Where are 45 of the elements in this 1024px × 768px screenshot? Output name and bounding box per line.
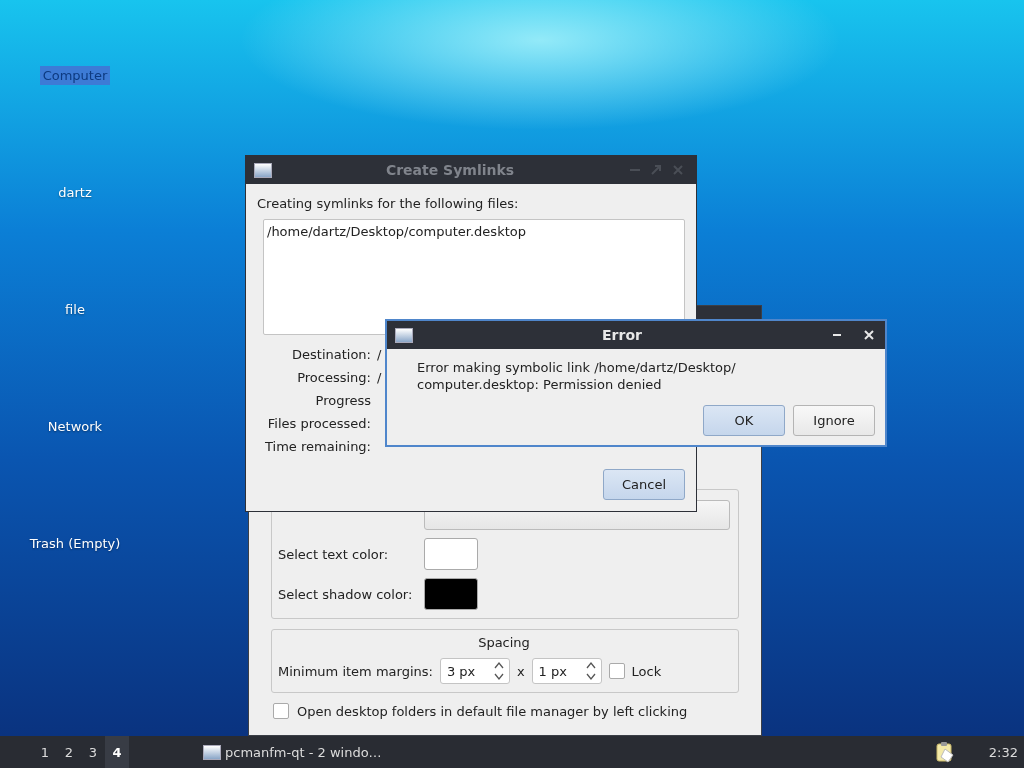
margins-label: Minimum item margins: — [278, 663, 433, 679]
color-label: Select text color: — [278, 546, 390, 562]
taskbar-window-button[interactable]: pcmanfm-qt - 2 windo… — [199, 736, 386, 768]
dialog-button[interactable]: Ignore — [793, 405, 875, 436]
cancel-button[interactable]: Cancel — [603, 469, 685, 500]
lock-checkbox[interactable] — [608, 663, 625, 679]
desktop-icon-label[interactable]: Trash (Empty) — [26, 534, 124, 553]
error-message: Error making symbolic link /home/dartz/Desktop/ computer.desktop: Permission denied — [417, 359, 737, 393]
file-path[interactable]: /home/dartz/Desktop/computer.desktop — [267, 224, 681, 239]
window-icon — [395, 327, 413, 343]
color-swatch-button[interactable] — [424, 578, 478, 610]
spin-arrows-icon[interactable] — [584, 660, 597, 682]
workspace-button[interactable]: 1 — [33, 736, 57, 768]
spin-arrows-icon[interactable] — [492, 660, 505, 682]
window-icon — [203, 744, 221, 760]
window-controls-icon[interactable] — [831, 328, 877, 342]
window-icon — [254, 162, 272, 178]
desktop-icon-label[interactable]: file — [62, 300, 88, 319]
intro-text: Creating symlinks for the following files: — [257, 196, 520, 211]
window-title: Error — [601, 327, 643, 343]
workspace-button[interactable]: 3 — [81, 736, 105, 768]
field-value: / — [377, 370, 382, 385]
color-label: Select shadow color: — [278, 586, 414, 602]
group-title: Spacing — [477, 635, 531, 650]
spin-box[interactable]: 1 px — [531, 658, 602, 684]
field-label: Destination: — [291, 347, 371, 362]
checkbox[interactable] — [273, 703, 289, 719]
checkbox-label: Lock — [631, 663, 662, 679]
field-label: Processing: — [296, 370, 371, 385]
dialog-button[interactable]: OK — [703, 405, 785, 436]
field-label: Time remaining: — [264, 439, 371, 454]
separator-text: x — [516, 663, 525, 679]
clock[interactable]: 2:32 — [988, 744, 1018, 760]
field-label: Progress — [314, 393, 371, 408]
spin-box[interactable]: 3 px — [439, 658, 510, 684]
clipboard-icon[interactable] — [934, 741, 955, 763]
checkbox-label: Open desktop folders in default file manager by left clicking — [297, 703, 688, 719]
workspace-button[interactable]: 4 — [105, 736, 129, 768]
color-swatch-button[interactable] — [424, 538, 478, 570]
field-label: Files processed: — [266, 416, 371, 431]
window-title: Create Symlinks — [384, 162, 516, 178]
field-value: / — [377, 347, 382, 362]
desktop-icon-label[interactable]: Network — [44, 417, 106, 436]
workspace-button[interactable]: 2 — [57, 736, 81, 768]
desktop-icon-label[interactable]: dartz — [55, 183, 95, 202]
